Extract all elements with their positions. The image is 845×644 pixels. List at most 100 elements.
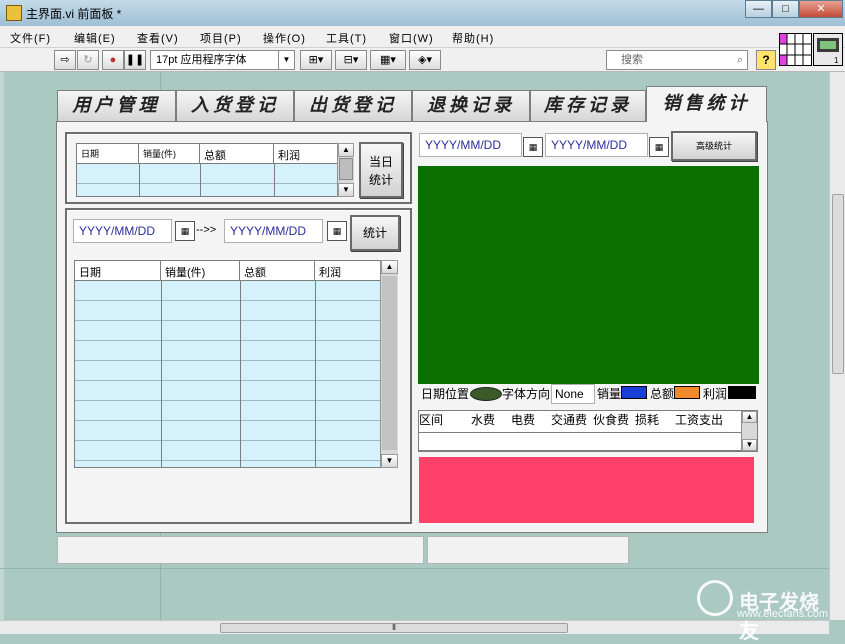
range-stats-button[interactable]: 统计	[350, 215, 400, 251]
menu-edit[interactable]: 编辑(E)	[74, 30, 116, 46]
legend-total-label: 总额	[650, 387, 675, 401]
calendar-icon[interactable]: ▦	[523, 137, 543, 157]
legend-profit-swatch[interactable]	[728, 386, 756, 399]
chart-start-date-field[interactable]: YYYY/MM/DD	[419, 133, 522, 157]
daily-stats-button[interactable]: 当日 统计	[359, 142, 403, 198]
table-header: 日期 销量(件) 总额 利润	[77, 144, 353, 164]
range-table-scrollbar[interactable]: ▲ ▼	[380, 260, 398, 468]
column-header: 伙食费	[593, 413, 630, 427]
panel-vertical-scrollbar[interactable]	[829, 72, 845, 620]
menu-file[interactable]: 文件(F)	[10, 30, 51, 46]
resize-objects-icon[interactable]: ▦▾	[370, 50, 406, 70]
watermark-url: www.elecfans.com	[737, 608, 829, 620]
font-direction-label: 字体方向	[502, 387, 551, 401]
sales-chart-plot-area[interactable]	[418, 166, 759, 384]
tab-stock-in[interactable]: 入货登记	[176, 90, 294, 122]
run-arrow-icon[interactable]: ⇨	[54, 50, 76, 70]
scroll-thumb[interactable]	[832, 194, 844, 374]
scroll-up-icon[interactable]: ▲	[338, 143, 354, 157]
date-position-label: 日期位置	[421, 387, 470, 401]
svg-text:1: 1	[834, 56, 839, 65]
table-body	[75, 281, 397, 467]
chart-end-date-field[interactable]: YYYY/MM/DD	[545, 133, 648, 157]
column-header: 日期	[75, 261, 161, 280]
scroll-thumb[interactable]: ⦀	[220, 623, 568, 633]
calendar-icon[interactable]: ▦	[649, 137, 669, 157]
chart-legend: 日期位置 字体方向 None 销量 总额 利润	[418, 384, 759, 405]
menu-help[interactable]: 帮助(H)	[452, 30, 494, 46]
column-header: 工资支出	[675, 413, 724, 427]
start-date-field[interactable]: YYYY/MM/DD	[73, 219, 172, 243]
scroll-down-icon[interactable]: ▼	[742, 439, 757, 451]
tab-stock-out[interactable]: 出货登记	[294, 90, 412, 122]
tab-returns[interactable]: 退换记录	[412, 90, 530, 122]
column-header: 销量(件)	[161, 261, 240, 280]
table-row	[419, 433, 757, 451]
vi-app-icon	[6, 5, 22, 21]
scroll-track[interactable]	[382, 276, 397, 450]
column-header: 总额	[240, 261, 315, 280]
close-button[interactable]: ✕	[799, 0, 843, 18]
range-arrow: -->>	[196, 224, 217, 236]
menu-project[interactable]: 项目(P)	[200, 30, 242, 46]
menu-operate[interactable]: 操作(O)	[263, 30, 306, 46]
range-stats-table[interactable]: 日期 销量(件) 总额 利润	[74, 260, 398, 468]
status-field	[57, 536, 424, 564]
calendar-icon[interactable]: ▦	[175, 221, 195, 241]
font-select-value: 17pt 应用程序字体	[156, 54, 247, 66]
run-continuously-icon[interactable]: ↻	[77, 50, 99, 70]
legend-profit-label: 利润	[703, 387, 728, 401]
column-header: 电费	[511, 413, 536, 427]
legend-sales-label: 销量	[597, 387, 622, 401]
maximize-button[interactable]: □	[772, 0, 799, 18]
reorder-icon[interactable]: ◈▾	[409, 50, 441, 70]
menu-window[interactable]: 窗口(W)	[389, 30, 434, 46]
summary-indicator-box	[419, 457, 754, 523]
daily-stats-table[interactable]: 日期 销量(件) 总额 利润	[76, 143, 354, 197]
legend-sales-swatch[interactable]	[621, 386, 647, 399]
minimize-button[interactable]: —	[745, 0, 772, 18]
distribute-objects-icon[interactable]: ⊟▾	[335, 50, 367, 70]
column-header: 水费	[471, 413, 496, 427]
align-objects-icon[interactable]: ⊞▾	[300, 50, 332, 70]
table-column-line	[200, 164, 201, 196]
scroll-up-icon[interactable]: ▲	[742, 411, 757, 423]
menu-view[interactable]: 查看(V)	[137, 30, 179, 46]
table-column-line	[139, 164, 140, 196]
scroll-thumb[interactable]	[339, 158, 353, 180]
vi-icon[interactable]: 1	[813, 33, 843, 66]
tab-user-management[interactable]: 用户管理	[57, 90, 176, 122]
status-field	[427, 536, 629, 564]
scroll-down-icon[interactable]: ▼	[338, 183, 354, 197]
connector-pane-icon[interactable]	[779, 33, 812, 66]
advanced-stats-button[interactable]: 高级统计	[671, 131, 757, 161]
range-stats-panel: YYYY/MM/DD ▦ -->> YYYY/MM/DD ▦ 统计 日期 销量(…	[65, 208, 412, 524]
search-icon[interactable]: ⌕	[737, 51, 743, 69]
table-column-line	[161, 281, 162, 467]
column-header: 总额	[200, 144, 274, 163]
tab-inventory[interactable]: 库存记录	[530, 90, 646, 122]
column-header: 损耗	[635, 413, 660, 427]
end-date-field[interactable]: YYYY/MM/DD	[224, 219, 323, 243]
table-column-line	[274, 164, 275, 196]
cost-table[interactable]: 区间 水费 电费 交通费 伙食费 损耗 工资支出 ▲ ▼	[418, 410, 758, 452]
column-header: 交通费	[551, 413, 588, 427]
tab-sales-stats[interactable]: 销售统计	[646, 86, 767, 122]
search-input[interactable]: 搜索 ⌕	[606, 50, 748, 70]
context-help-button[interactable]: ?	[756, 50, 776, 70]
daily-table-scrollbar[interactable]: ▲ ▼	[337, 143, 354, 197]
abort-icon[interactable]: ●	[102, 50, 124, 70]
toggle-knob-icon[interactable]	[470, 387, 502, 401]
grid-line	[0, 568, 829, 569]
font-direction-select[interactable]: None	[551, 384, 595, 404]
font-select[interactable]: 17pt 应用程序字体 ▼	[150, 50, 295, 70]
pause-icon[interactable]: ❚❚	[124, 50, 146, 70]
menu-tools[interactable]: 工具(T)	[326, 30, 367, 46]
watermark: 电子发烧友 www.elecfans.com	[697, 578, 837, 643]
calendar-icon[interactable]: ▦	[327, 221, 347, 241]
scroll-down-icon[interactable]: ▼	[381, 454, 398, 468]
scroll-up-icon[interactable]: ▲	[381, 260, 398, 274]
column-header: 利润	[319, 267, 341, 279]
cost-table-scrollbar[interactable]: ▲ ▼	[741, 411, 757, 451]
legend-total-swatch[interactable]	[674, 386, 700, 399]
